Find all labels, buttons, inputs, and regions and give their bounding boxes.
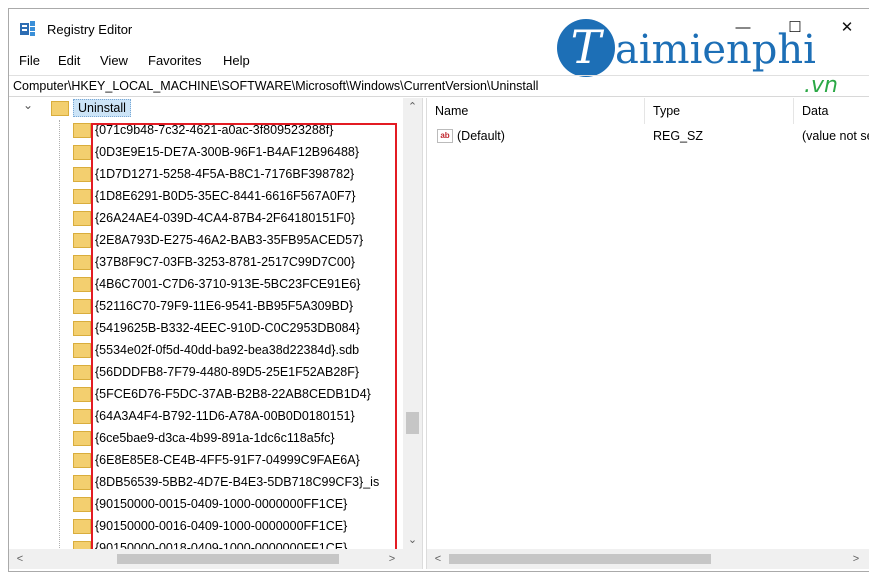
folder-icon [73,167,91,182]
value-row[interactable]: ab (Default) REG_SZ (value not set) [427,126,869,148]
value-data: (value not set) [802,129,869,143]
folder-icon [73,519,91,534]
watermark-logo-letter: T [557,19,615,77]
folder-icon [73,409,91,424]
tree-root-row[interactable]: ⌄ Uninstall [9,98,403,120]
folder-icon [73,233,91,248]
window-title: Registry Editor [47,22,133,37]
scroll-left-icon[interactable]: < [11,550,29,568]
address-bar[interactable]: Computer\HKEY_LOCAL_MACHINE\SOFTWARE\Mic… [9,75,869,97]
folder-icon [73,123,91,138]
tree-vertical-scrollbar[interactable]: ⌃ ⌄ [403,98,422,549]
watermark-logo-text: aimienphi [615,27,816,73]
column-header-type[interactable]: Type [645,98,794,124]
folder-icon [73,431,91,446]
string-value-icon: ab [437,129,453,143]
folder-icon [73,453,91,468]
tree-horizontal-scrollbar[interactable]: < > [9,549,422,569]
column-header-name[interactable]: Name [427,98,645,124]
folder-icon [73,277,91,292]
menu-help[interactable]: Help [223,53,250,68]
scroll-left-icon[interactable]: < [429,550,447,568]
menu-bar: File Edit View Favorites Help [9,49,549,71]
folder-icon [73,475,91,490]
folder-icon [73,299,91,314]
column-header-data[interactable]: Data [794,98,869,124]
value-list: Name Type Data ab (Default) REG_SZ (valu… [427,98,869,549]
address-path[interactable]: Computer\HKEY_LOCAL_MACHINE\SOFTWARE\Mic… [13,79,538,93]
folder-icon [73,321,91,336]
folder-icon [73,145,91,160]
scroll-right-icon[interactable]: > [383,550,401,568]
menu-file[interactable]: File [19,53,40,68]
registry-editor-window: Registry Editor — ☐ ✕ File Edit View Fav… [8,8,869,572]
folder-icon [73,211,91,226]
folder-icon [73,189,91,204]
folder-icon [73,255,91,270]
scroll-down-icon[interactable]: ⌄ [403,531,422,549]
tree-root-label[interactable]: Uninstall [73,99,131,117]
menu-favorites[interactable]: Favorites [148,53,201,68]
value-name: (Default) [457,129,505,143]
menu-edit[interactable]: Edit [58,53,80,68]
folder-icon [73,343,91,358]
highlight-box [91,123,397,559]
chevron-down-icon[interactable]: ⌄ [23,98,33,112]
registry-editor-app-icon [20,21,35,36]
scroll-thumb[interactable] [449,554,711,564]
scroll-thumb[interactable] [117,554,339,564]
folder-icon [73,541,91,549]
scroll-thumb[interactable] [406,412,419,434]
folder-icon [51,101,69,116]
scroll-right-icon[interactable]: > [847,550,865,568]
folder-icon [73,497,91,512]
list-horizontal-scrollbar[interactable]: < > [427,549,869,569]
folder-icon [73,365,91,380]
menu-view[interactable]: View [100,53,128,68]
value-type: REG_SZ [653,129,704,143]
scroll-up-icon[interactable]: ⌃ [403,98,422,116]
folder-icon [73,387,91,402]
